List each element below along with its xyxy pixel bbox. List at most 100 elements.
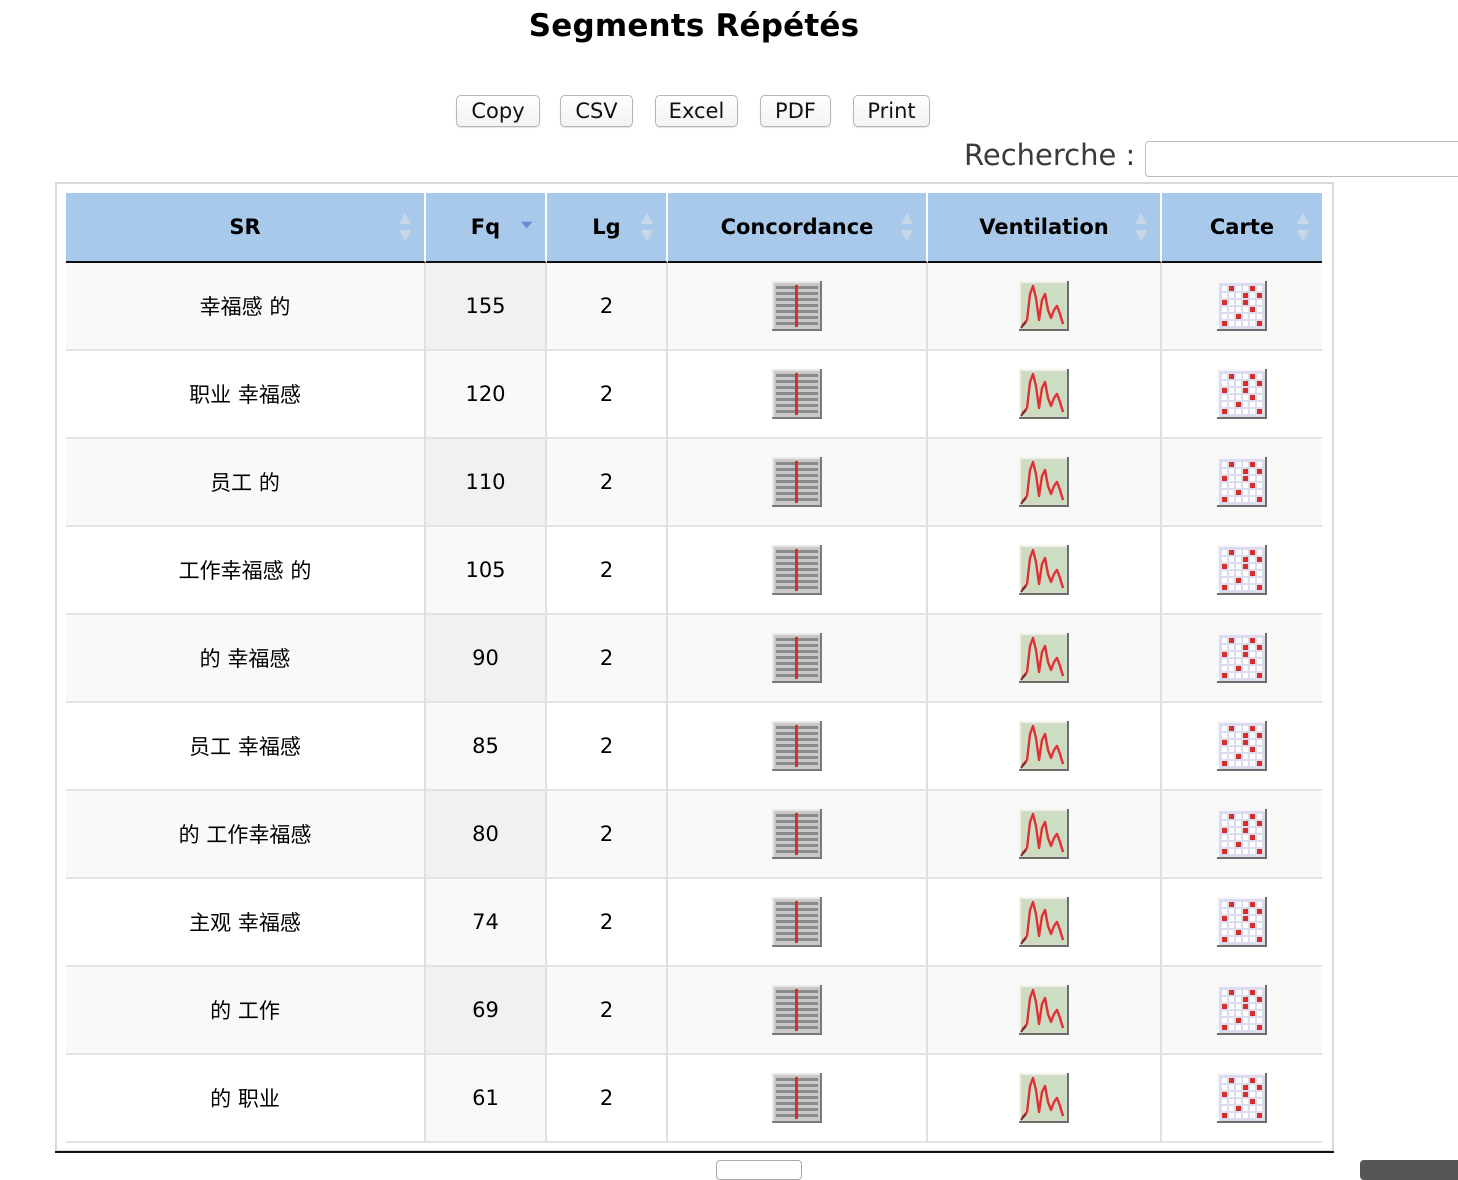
table-row: 工作幸福感 的 105 2 (66, 527, 1322, 615)
cell-concordance (668, 967, 928, 1055)
cell-carte (1162, 967, 1322, 1055)
cell-ventilation (928, 263, 1162, 351)
map-grid-icon[interactable] (1216, 280, 1268, 332)
distribution-curve-icon[interactable] (1018, 1072, 1070, 1124)
cell-sr: 的 职业 (66, 1055, 426, 1143)
map-grid-icon[interactable] (1216, 984, 1268, 1036)
cell-carte (1162, 439, 1322, 527)
pdf-button[interactable]: PDF (760, 95, 831, 127)
distribution-curve-icon[interactable] (1018, 632, 1070, 684)
cell-fq: 69 (426, 967, 547, 1055)
sort-descending-icon (521, 221, 533, 229)
cell-carte (1162, 527, 1322, 615)
column-header-fq[interactable]: Fq (426, 193, 547, 263)
table-row: 职业 幸福感 120 2 (66, 351, 1322, 439)
concordance-list-icon[interactable] (771, 632, 823, 684)
concordance-list-icon[interactable] (771, 720, 823, 772)
cell-lg: 2 (547, 615, 668, 703)
cell-fq: 61 (426, 1055, 547, 1143)
concordance-list-icon[interactable] (771, 456, 823, 508)
cell-ventilation (928, 703, 1162, 791)
sort-both-icon (641, 213, 653, 241)
column-header-label: Fq (470, 215, 501, 239)
column-header-label: SR (229, 215, 261, 239)
cell-concordance (668, 703, 928, 791)
cell-ventilation (928, 879, 1162, 967)
page-title: Segments Répétés (528, 8, 860, 44)
column-header-label: Carte (1209, 215, 1275, 239)
cell-fq: 110 (426, 439, 547, 527)
concordance-list-icon[interactable] (771, 368, 823, 420)
concordance-list-icon[interactable] (771, 984, 823, 1036)
cell-ventilation (928, 527, 1162, 615)
column-header-concordance[interactable]: Concordance (668, 193, 928, 263)
sort-both-icon (901, 213, 913, 241)
copy-button[interactable]: Copy (456, 95, 540, 127)
map-grid-icon[interactable] (1216, 720, 1268, 772)
concordance-list-icon[interactable] (771, 808, 823, 860)
excel-button[interactable]: Excel (655, 95, 738, 127)
search-label: Recherche : (964, 138, 1136, 172)
cell-concordance (668, 791, 928, 879)
cell-fq: 90 (426, 615, 547, 703)
concordance-list-icon[interactable] (771, 280, 823, 332)
cell-lg: 2 (547, 527, 668, 615)
cell-sr: 的 工作 (66, 967, 426, 1055)
cell-sr: 工作幸福感 的 (66, 527, 426, 615)
cell-concordance (668, 439, 928, 527)
cell-sr: 主观 幸福感 (66, 879, 426, 967)
print-button[interactable]: Print (853, 95, 930, 127)
cell-concordance (668, 351, 928, 439)
pagination-button[interactable] (716, 1160, 802, 1180)
cell-fq: 80 (426, 791, 547, 879)
cell-sr: 员工 幸福感 (66, 703, 426, 791)
map-grid-icon[interactable] (1216, 456, 1268, 508)
cell-lg: 2 (547, 439, 668, 527)
cell-fq: 105 (426, 527, 547, 615)
cell-lg: 2 (547, 1055, 668, 1143)
table-row: 的 职业 61 2 (66, 1055, 1322, 1143)
cell-ventilation (928, 791, 1162, 879)
cell-carte (1162, 263, 1322, 351)
cell-lg: 2 (547, 703, 668, 791)
cell-carte (1162, 615, 1322, 703)
column-header-ventilation[interactable]: Ventilation (928, 193, 1162, 263)
concordance-list-icon[interactable] (771, 544, 823, 596)
table-body: 幸福感 的 155 2 职业 幸福感 120 2 员工 的 110 2 工作幸福感 的 105 2 的 … (66, 263, 1322, 1143)
distribution-curve-icon[interactable] (1018, 720, 1070, 772)
distribution-curve-icon[interactable] (1018, 368, 1070, 420)
distribution-curve-icon[interactable] (1018, 896, 1070, 948)
pagination-button[interactable] (1360, 1160, 1458, 1180)
column-header-carte[interactable]: Carte (1162, 193, 1322, 263)
cell-fq: 85 (426, 703, 547, 791)
cell-lg: 2 (547, 351, 668, 439)
cell-ventilation (928, 967, 1162, 1055)
cell-carte (1162, 791, 1322, 879)
map-grid-icon[interactable] (1216, 632, 1268, 684)
concordance-list-icon[interactable] (771, 896, 823, 948)
cell-lg: 2 (547, 263, 668, 351)
map-grid-icon[interactable] (1216, 1072, 1268, 1124)
distribution-curve-icon[interactable] (1018, 544, 1070, 596)
map-grid-icon[interactable] (1216, 368, 1268, 420)
distribution-curve-icon[interactable] (1018, 280, 1070, 332)
column-header-sr[interactable]: SR (66, 193, 426, 263)
cell-carte (1162, 1055, 1322, 1143)
table-row: 员工 幸福感 85 2 (66, 703, 1322, 791)
sort-both-icon (399, 213, 411, 241)
map-grid-icon[interactable] (1216, 808, 1268, 860)
map-grid-icon[interactable] (1216, 896, 1268, 948)
cell-fq: 120 (426, 351, 547, 439)
map-grid-icon[interactable] (1216, 544, 1268, 596)
column-header-lg[interactable]: Lg (547, 193, 668, 263)
cell-carte (1162, 703, 1322, 791)
distribution-curve-icon[interactable] (1018, 808, 1070, 860)
search-input[interactable] (1145, 141, 1458, 177)
distribution-curve-icon[interactable] (1018, 984, 1070, 1036)
concordance-list-icon[interactable] (771, 1072, 823, 1124)
cell-ventilation (928, 439, 1162, 527)
csv-button[interactable]: CSV (560, 95, 633, 127)
sort-both-icon (1135, 213, 1147, 241)
cell-sr: 幸福感 的 (66, 263, 426, 351)
distribution-curve-icon[interactable] (1018, 456, 1070, 508)
